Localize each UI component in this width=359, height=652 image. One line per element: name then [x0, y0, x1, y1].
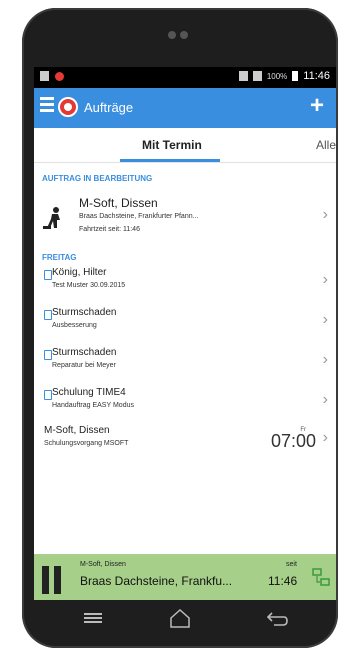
wifi-icon — [238, 71, 248, 81]
document-icon — [44, 310, 52, 320]
app-notification-icon — [55, 71, 64, 81]
tab-alle[interactable]: Alle — [316, 138, 336, 152]
list-item[interactable]: Schulung TIME4 Handauftrag EASY Modus › — [34, 385, 336, 419]
list-item-title: König, Hilter — [52, 267, 107, 278]
pause-icon[interactable] — [42, 566, 62, 594]
earpiece — [168, 28, 190, 40]
back-icon[interactable] — [262, 606, 292, 630]
active-order-title: M-Soft, Dissen — [79, 196, 158, 210]
worker-icon — [43, 207, 60, 229]
active-order-subtitle: Braas Dachsteine, Frankfurter Pfann... — [79, 213, 199, 220]
list-item[interactable]: Sturmschaden Ausbesserung › — [34, 305, 336, 339]
bottom-bar-order: Braas Dachsteine, Frankfu... — [80, 574, 233, 588]
bottom-bar-since-label: seit — [286, 561, 297, 568]
document-icon — [44, 390, 52, 400]
chevron-right-icon: › — [322, 351, 328, 368]
menu-icon[interactable] — [40, 97, 54, 119]
signal-icon — [252, 71, 262, 81]
sync-icon[interactable] — [312, 568, 330, 586]
list-item-subtitle: Schulungsvorgang MSOFT — [44, 440, 129, 447]
list-item-title: Sturmschaden — [52, 347, 117, 358]
chevron-right-icon: › — [322, 391, 328, 408]
app-bar: Aufträge + — [34, 88, 336, 128]
tab-indicator — [120, 159, 220, 162]
app-title: Aufträge — [84, 100, 134, 115]
battery-icon — [292, 71, 299, 81]
app-logo — [58, 97, 78, 117]
list-item[interactable]: Sturmschaden Reparatur bei Meyer › — [34, 345, 336, 379]
list-item-time: 07:00 — [270, 431, 316, 451]
document-icon — [44, 270, 52, 280]
add-button[interactable]: + — [310, 94, 324, 118]
list-item-title: M-Soft, Dissen — [44, 425, 110, 436]
status-time: 11:46 — [303, 70, 330, 82]
chevron-right-icon: › — [322, 429, 328, 446]
list-item-subtitle: Handauftrag EASY Modus — [52, 402, 134, 409]
list-item-subtitle: Test Muster 30.09.2015 — [52, 282, 126, 289]
tab-bar: Mit Termin Alle — [34, 128, 336, 163]
chevron-right-icon: › — [322, 271, 328, 288]
list-item-title: Sturmschaden — [52, 307, 117, 318]
bottom-bar-since-time: 11:46 — [268, 574, 298, 588]
active-order-time: Fahrtzeit seit: 11:46 — [79, 226, 140, 233]
list-item-title: Schulung TIME4 — [52, 387, 126, 398]
chevron-right-icon: › — [322, 206, 328, 223]
list-item[interactable]: König, Hilter Test Muster 30.09.2015 › — [34, 265, 336, 299]
menu-icon[interactable] — [78, 606, 108, 630]
battery-percent: 100% — [266, 71, 288, 81]
screen: 100% 11:46 Aufträge + Mit Termin Alle AU… — [34, 67, 336, 600]
notification-icon — [40, 71, 49, 81]
list-item[interactable]: M-Soft, Dissen Schulungsvorgang MSOFT Fr… — [34, 423, 336, 457]
active-order-item[interactable]: M-Soft, Dissen Braas Dachsteine, Frankfu… — [34, 184, 336, 244]
section-header-day: FREITAG — [42, 253, 77, 262]
home-icon[interactable] — [165, 606, 195, 630]
bottom-bar-customer: M-Soft, Dissen — [80, 561, 126, 568]
active-order-bar[interactable]: M-Soft, Dissen Braas Dachsteine, Frankfu… — [34, 554, 336, 600]
document-icon — [44, 350, 52, 360]
list-item-subtitle: Ausbesserung — [52, 322, 97, 329]
list-item-subtitle: Reparatur bei Meyer — [52, 362, 116, 369]
chevron-right-icon: › — [322, 311, 328, 328]
tab-mit-termin[interactable]: Mit Termin — [142, 138, 202, 152]
section-header-active: AUFTRAG IN BEARBEITUNG — [42, 174, 153, 183]
status-bar: 100% 11:46 — [34, 67, 336, 88]
